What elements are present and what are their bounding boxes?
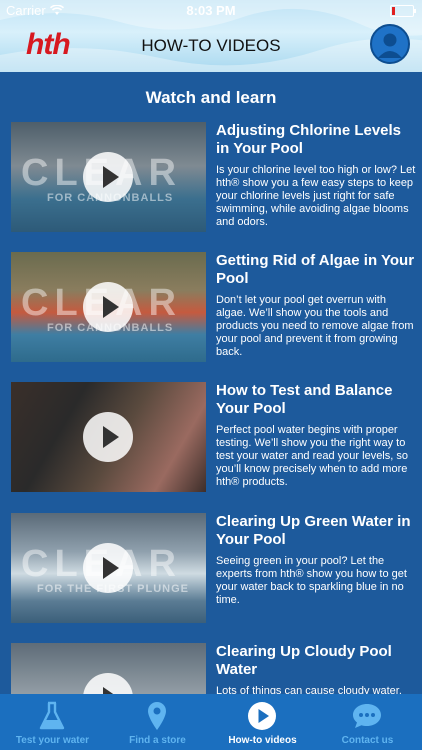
video-thumbnail[interactable] <box>11 382 206 492</box>
video-thumbnail[interactable]: CLEAR FOR CANNONBALLS <box>11 122 206 232</box>
play-button[interactable] <box>83 152 133 202</box>
profile-button[interactable] <box>370 24 410 64</box>
tab-find-a-store[interactable]: Find a store <box>105 694 210 750</box>
tab-bar: Test your water Find a store How-to vide… <box>0 694 422 750</box>
video-thumbnail[interactable]: CLEAR FOR CANNONBALLS <box>11 252 206 362</box>
tab-how-to-videos[interactable]: How-to videos <box>210 694 315 750</box>
status-time: 8:03 PM <box>186 3 236 18</box>
video-description: Don’t let your pool get overrun with alg… <box>216 294 414 358</box>
flask-icon <box>39 701 65 730</box>
video-title[interactable]: Clearing Up Cloudy Pool Water <box>216 643 416 679</box>
video-description: Seeing green in your pool? Let the exper… <box>216 555 407 606</box>
play-button[interactable] <box>83 412 133 462</box>
play-button[interactable] <box>83 673 133 694</box>
section-title: Watch and learn <box>145 88 277 107</box>
tab-contact-us[interactable]: Contact us <box>315 694 420 750</box>
tab-label: Find a store <box>129 735 186 746</box>
video-description: Lots of things can cause cloudy water. <box>216 685 402 694</box>
video-item[interactable]: CLEAR FOR THE FIRST PLUNGE Clearing Up G… <box>11 513 411 623</box>
tab-label: Contact us <box>341 735 394 746</box>
tab-label: How-to videos <box>228 735 297 746</box>
video-thumbnail[interactable]: CLEAR FOR THE FIRST PLUNGE <box>11 513 206 623</box>
location-pin-icon <box>148 702 166 730</box>
video-list-screen: Watch and learn CLEAR FOR CANNONBALLS Ad… <box>0 72 422 694</box>
video-title[interactable]: Clearing Up Green Water in Your Pool <box>216 513 416 549</box>
chat-bubble-icon <box>353 704 381 728</box>
play-button[interactable] <box>83 282 133 332</box>
tab-label: Test your water <box>15 735 90 746</box>
page-title: HOW-TO VIDEOS <box>141 36 281 55</box>
play-button[interactable] <box>83 543 133 593</box>
video-item[interactable]: Clearing Up Cloudy Pool Water Lots of th… <box>11 643 411 694</box>
video-item[interactable]: CLEAR FOR CANNONBALLS Getting Rid of Alg… <box>11 252 414 362</box>
play-icon <box>248 702 276 730</box>
video-title[interactable]: How to Test and Balance Your Pool <box>216 382 416 418</box>
status-bar: Carrier 8:03 PM <box>0 0 422 22</box>
user-icon <box>378 33 402 58</box>
battery-icon <box>390 5 416 17</box>
video-title[interactable]: Getting Rid of Algae in Your Pool <box>216 252 416 288</box>
video-item[interactable]: How to Test and Balance Your Pool Perfec… <box>11 382 411 492</box>
video-description: Is your chlorine level too high or low? … <box>216 164 416 228</box>
video-item[interactable]: CLEAR FOR CANNONBALLS Adjusting Chlorine… <box>11 122 415 232</box>
video-description: Perfect pool water begins with proper te… <box>216 424 408 488</box>
video-title[interactable]: Adjusting Chlorine Levels in Your Pool <box>216 122 416 158</box>
video-thumbnail[interactable] <box>11 643 206 694</box>
tab-test-your-water[interactable]: Test your water <box>0 694 105 750</box>
app-header: Carrier 8:03 PM hth HOW-TO VIDEOS <box>0 0 422 72</box>
